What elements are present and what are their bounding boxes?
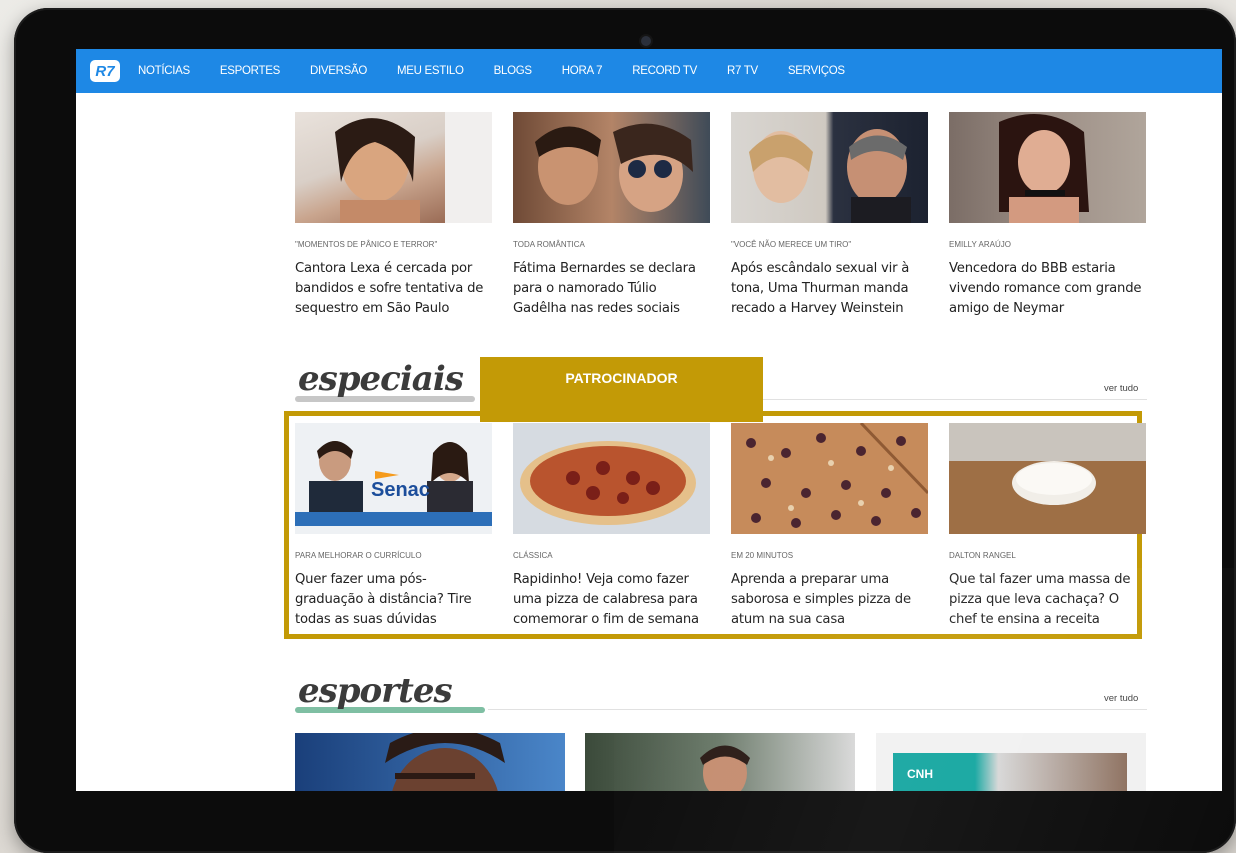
ver-tudo-link[interactable]: ver tudo [1104,693,1138,704]
news-photo[interactable] [513,112,710,223]
nav-item-r7-tv[interactable]: R7 TV [727,65,758,77]
nav-item-hora-7[interactable]: HORA 7 [562,65,603,77]
news-photo[interactable] [949,423,1146,534]
browser-screen: R7 NOTÍCIAS ESPORTES DIVERSÃO MEU ESTILO… [76,49,1222,791]
nav-item-meu-estilo[interactable]: MEU ESTILO [397,65,464,77]
card-kicker: EM 20 MINUTOS [731,551,794,560]
news-photo[interactable] [295,112,492,223]
card-headline[interactable]: Cantora Lexa é cercada por bandidos e so… [295,259,492,319]
sponsored-card[interactable]: DALTON RANGEL Que tal fazer uma massa de… [949,423,1146,630]
card-headline[interactable]: Aprenda a preparar uma saborosa e simple… [731,570,928,630]
sponsored-card[interactable]: EM 20 MINUTOS Aprenda a preparar uma sab… [731,423,928,630]
card-kicker: TODA ROMÂNTICA [513,240,585,249]
card-headline[interactable]: Após escândalo sexual vir à tona, Uma Th… [731,259,928,319]
card-kicker: CLÁSSICA [513,551,553,560]
news-card[interactable]: TODA ROMÂNTICA Fátima Bernardes se decla… [513,112,710,319]
logo-text: R7 [95,62,115,80]
nav-item-servicos[interactable]: SERVIÇOS [788,65,845,77]
card-kicker: EMILLY ARAÚJO [949,240,1011,249]
card-kicker: "VOCÊ NÃO MERECE UM TIRO" [731,240,852,249]
nav-item-diversao[interactable]: DIVERSÃO [310,65,367,77]
news-photo[interactable]: Senac [295,423,492,534]
ad-image: CNH [893,753,1127,791]
news-photo[interactable] [949,112,1146,223]
news-card[interactable]: "MOMENTOS DE PÂNICO E TERROR" Cantora Le… [295,112,492,319]
section-title-esportes[interactable]: esportes [298,671,453,711]
card-headline[interactable]: Vencedora do BBB estaria vivendo romance… [949,259,1146,319]
senac-logo: Senac [371,479,430,501]
nav-item-record-tv[interactable]: RECORD TV [632,65,697,77]
ad-banner[interactable]: CNH [876,733,1146,791]
card-headline[interactable]: Rapidinho! Veja como fazer uma pizza de … [513,570,710,630]
r7-logo[interactable]: R7 [90,60,120,82]
sports-photo[interactable] [585,733,855,791]
news-card[interactable]: EMILLY ARAÚJO Vencedora do BBB estaria v… [949,112,1146,319]
sports-photo[interactable] [295,733,565,791]
nav-menu: NOTÍCIAS ESPORTES DIVERSÃO MEU ESTILO BL… [138,65,875,77]
card-kicker: PARA MELHORAR O CURRÍCULO [295,551,422,560]
ver-tudo-link[interactable]: ver tudo [1104,383,1138,394]
section-divider [488,709,1147,710]
news-photo[interactable] [731,423,928,534]
card-headline[interactable]: Fátima Bernardes se declara para o namor… [513,259,710,319]
news-card[interactable]: "VOCÊ NÃO MERECE UM TIRO" Após escândalo… [731,112,928,319]
nav-item-blogs[interactable]: BLOGS [494,65,532,77]
card-kicker: "MOMENTOS DE PÂNICO E TERROR" [295,240,438,249]
sponsored-card[interactable]: CLÁSSICA Rapidinho! Veja como fazer uma … [513,423,710,630]
nav-item-esportes[interactable]: ESPORTES [220,65,280,77]
ad-text: CNH [907,767,933,781]
card-headline[interactable]: Que tal fazer uma massa de pizza que lev… [949,570,1146,630]
tablet-frame: R7 NOTÍCIAS ESPORTES DIVERSÃO MEU ESTILO… [14,8,1236,853]
section-title-especiais[interactable]: especiais [298,359,464,399]
card-kicker: DALTON RANGEL [949,551,1016,560]
top-nav-bar: R7 NOTÍCIAS ESPORTES DIVERSÃO MEU ESTILO… [76,49,1222,93]
card-headline[interactable]: Quer fazer uma pós-graduação à distância… [295,570,492,630]
camera-icon [641,36,651,46]
news-photo[interactable] [513,423,710,534]
sponsored-card[interactable]: Senac PARA MELHORAR O CURRÍCULO Quer faz… [295,423,492,630]
nav-item-noticias[interactable]: NOTÍCIAS [138,65,190,77]
news-photo[interactable] [731,112,928,223]
